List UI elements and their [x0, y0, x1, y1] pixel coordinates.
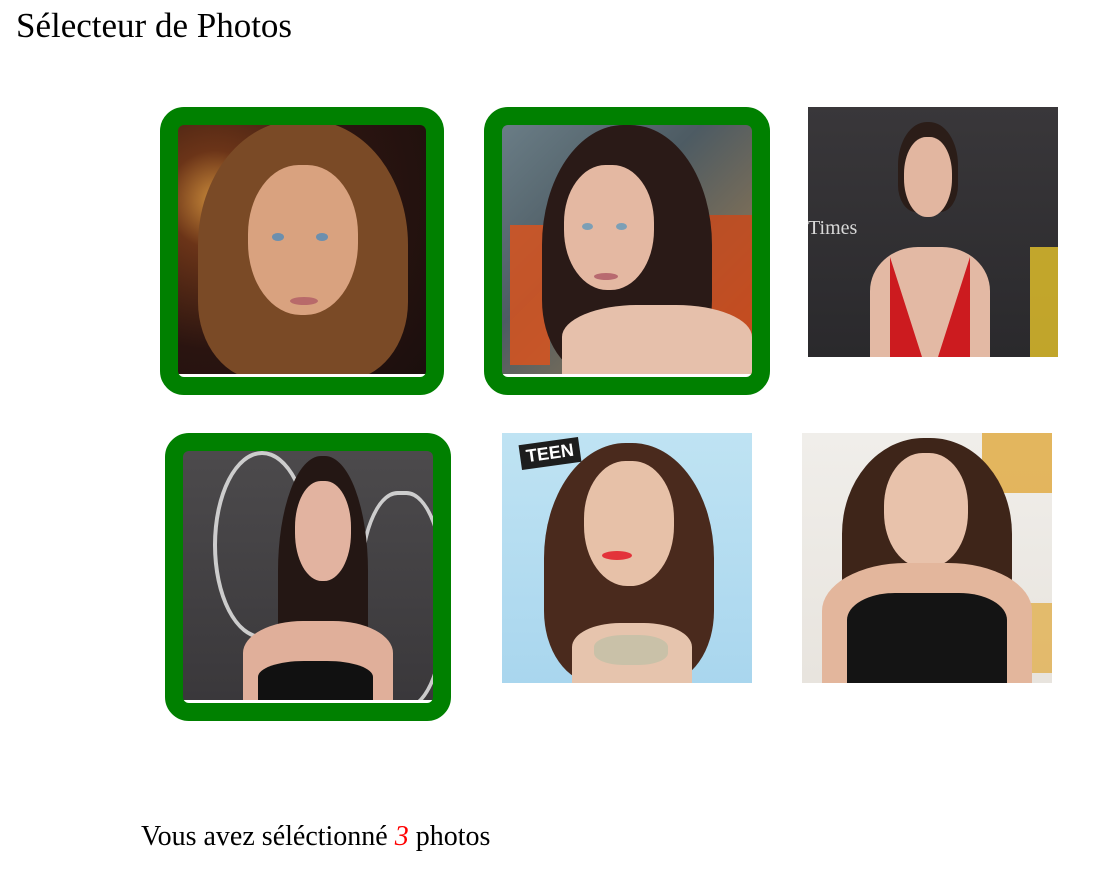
photo-card-3[interactable]: Times	[808, 107, 1058, 357]
photo-card-6[interactable]	[802, 433, 1052, 683]
photo-card-5[interactable]: TEEN	[502, 433, 752, 683]
photo-card-2[interactable]	[484, 107, 770, 395]
photo-image-6	[802, 433, 1052, 683]
selection-status: Vous avez séléctionné 3 photos	[141, 817, 490, 857]
backdrop-logo-text: Times	[808, 217, 858, 239]
photo-image-1	[178, 125, 426, 377]
photo-image-4	[183, 451, 433, 703]
photo-image-2	[502, 125, 752, 377]
status-suffix: photos	[415, 821, 491, 852]
photo-card-1[interactable]	[160, 107, 444, 395]
photo-image-5: TEEN	[502, 433, 752, 683]
selected-count: 3	[394, 821, 409, 852]
page-title: Sélecteur de Photos	[16, 6, 293, 45]
photo-card-4[interactable]	[165, 433, 451, 721]
status-prefix: Vous avez séléctionné	[141, 821, 388, 852]
photo-image-3: Times	[808, 107, 1058, 357]
